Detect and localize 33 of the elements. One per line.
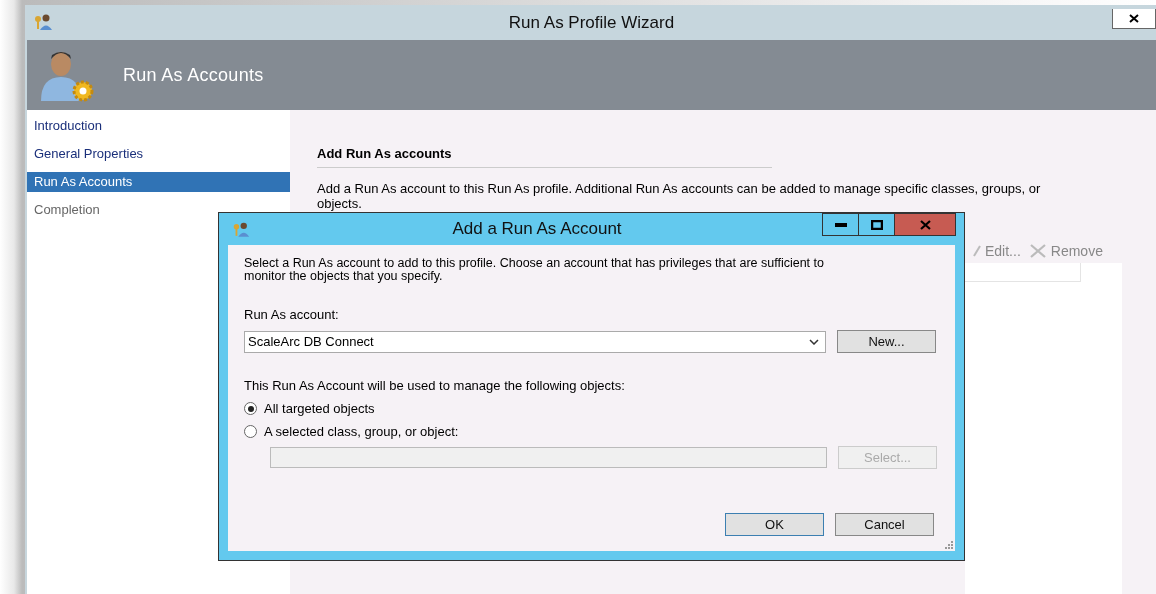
- instruction-text: Select a Run As account to add to this profile. Choose an account that has privileges that are sufficient to monitor the objects that you specify.: [244, 257, 825, 283]
- wizard-step[interactable]: Run As Accounts: [27, 172, 290, 192]
- dialog-button[interactable]: OK: [725, 513, 824, 536]
- account-dropdown[interactable]: ScaleArc DB Connect: [244, 330, 826, 353]
- maximize-button[interactable]: [858, 213, 895, 236]
- close-icon: [1129, 14, 1139, 23]
- minimize-icon: [834, 222, 847, 227]
- wizard-step[interactable]: Completion: [27, 200, 290, 220]
- close-icon: [919, 219, 931, 230]
- minimize-button[interactable]: [822, 213, 859, 236]
- dialog-title: Add a Run As Account: [451, 219, 623, 239]
- dialog-button[interactable]: Cancel: [835, 513, 934, 536]
- close-button[interactable]: [1112, 9, 1156, 29]
- resize-grip-icon: [945, 541, 953, 549]
- field-label: Run As account:: [244, 307, 340, 322]
- new-button[interactable]: New...: [837, 330, 936, 353]
- option-label[interactable]: All targeted objects: [264, 401, 375, 416]
- wizard-step[interactable]: General Properties: [27, 144, 290, 164]
- pencil-icon: [973, 245, 981, 257]
- radio-button[interactable]: [244, 402, 257, 415]
- section-heading: Add Run As accounts: [317, 146, 772, 168]
- wizard-step[interactable]: Introduction: [27, 116, 290, 136]
- maximize-icon: [870, 219, 883, 230]
- window-title: Run As Profile Wizard: [508, 12, 675, 33]
- page-title: Run As Accounts: [123, 64, 264, 86]
- users-key-icon: [231, 220, 251, 238]
- delete-icon: [1028, 243, 1047, 259]
- chevron-down-icon: [809, 338, 819, 345]
- users-key-icon: [32, 13, 54, 31]
- scope-label: This Run As Account will be used to manage the following objects:: [244, 378, 626, 393]
- radio-button[interactable]: [244, 425, 257, 438]
- description-text: Add a Run As account to this Run As profile. Additional Run As accounts can be added to manage specific classes, groups, or objects.: [317, 181, 1042, 211]
- option-label[interactable]: A selected class, group, or object:: [264, 424, 459, 439]
